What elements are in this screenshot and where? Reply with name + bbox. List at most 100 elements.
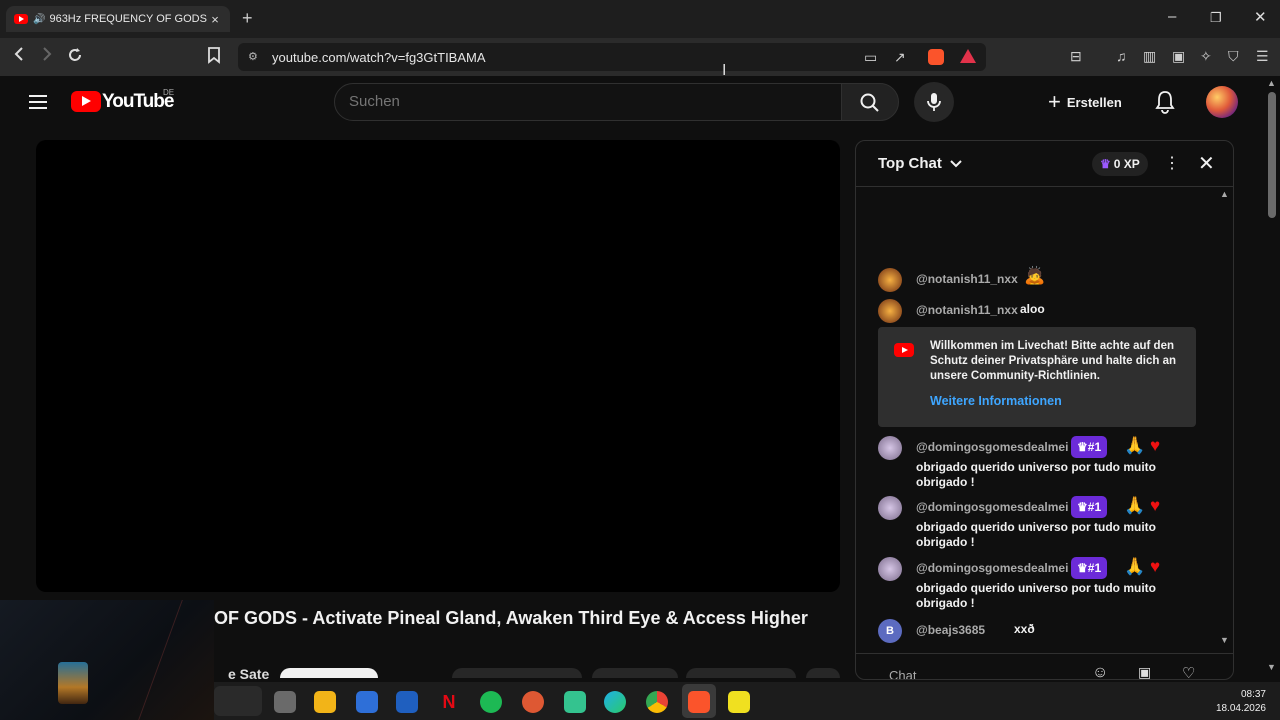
leo-ai-icon[interactable]: ✧: [1200, 48, 1212, 65]
url-text[interactable]: youtube.com/watch?v=fg3GtTIBAMA: [272, 50, 486, 65]
save-button[interactable]: [686, 668, 796, 678]
chevron-down-icon: [950, 160, 962, 168]
more-options-icon[interactable]: ⋮: [1164, 153, 1180, 173]
chat-author[interactable]: @domingosgomesdealmei: [916, 500, 1068, 514]
avatar[interactable]: [878, 557, 902, 581]
file-explorer-icon[interactable]: [314, 691, 336, 713]
chat-input[interactable]: Chat: [889, 668, 916, 679]
sidebar-icon[interactable]: ▥: [1143, 48, 1156, 65]
vpn-shield-icon[interactable]: ⛉: [1228, 48, 1239, 65]
avatar[interactable]: B: [878, 619, 902, 643]
create-button[interactable]: + Erstellen: [1036, 84, 1134, 120]
xp-badge[interactable]: ♛ 0 XP: [1092, 152, 1148, 176]
chat-scroll-down-icon[interactable]: ▼: [1220, 635, 1229, 645]
menu-icon[interactable]: ☰: [1256, 48, 1269, 65]
search-input[interactable]: [349, 93, 819, 110]
search-box[interactable]: [334, 83, 842, 121]
word-icon[interactable]: [396, 691, 418, 713]
share-icon[interactable]: ↗: [894, 49, 906, 66]
browser-tab[interactable]: 🔊 963Hz FREQUENCY OF GODS ×: [6, 6, 230, 32]
media-controls-icon[interactable]: ♫: [1116, 48, 1127, 64]
forward-button[interactable]: [40, 46, 54, 67]
account-avatar[interactable]: [1206, 86, 1238, 118]
spotify-icon[interactable]: [480, 691, 502, 713]
subscribe-button[interactable]: [280, 668, 378, 678]
channel-name-fragment[interactable]: e Sate: [228, 666, 269, 682]
app-icon[interactable]: [564, 691, 586, 713]
close-window-button[interactable]: ✕: [1254, 8, 1267, 26]
store-icon[interactable]: [356, 691, 378, 713]
search-icon: [860, 93, 879, 112]
youtube-icon: [894, 343, 914, 357]
chat-author[interactable]: @notanish11_nxx: [916, 303, 1018, 317]
new-tab-button[interactable]: +: [242, 8, 253, 29]
scrollbar-thumb[interactable]: [1268, 92, 1276, 218]
chat-author[interactable]: @beajs3685: [916, 623, 985, 637]
chat-author[interactable]: @domingosgomesdealmei: [916, 561, 1068, 575]
task-view-icon[interactable]: [274, 691, 296, 713]
brave-shields-icon[interactable]: [928, 49, 944, 65]
netflix-icon[interactable]: N: [438, 691, 460, 713]
heart-icon: ♥: [1150, 557, 1161, 576]
super-chat-icon[interactable]: ▣: [1138, 664, 1151, 679]
youtube-logo-icon[interactable]: [71, 91, 101, 112]
clock-date: 18.04.2026: [1215, 703, 1266, 714]
wallet-icon[interactable]: ▣: [1172, 48, 1185, 65]
text-cursor-icon: I: [722, 62, 727, 79]
voice-search-button[interactable]: [914, 82, 954, 122]
edge-icon[interactable]: [604, 691, 626, 713]
back-button[interactable]: [12, 46, 26, 67]
chat-scroll-up-icon[interactable]: ▲: [1220, 189, 1229, 199]
chrome-icon[interactable]: [646, 691, 668, 713]
system-clock[interactable]: 08:37 18.04.2026: [1208, 688, 1266, 716]
more-actions-button[interactable]: [806, 668, 840, 678]
page-scrollbar[interactable]: ▲ ▼: [1264, 76, 1280, 676]
scroll-down-icon[interactable]: ▼: [1267, 662, 1276, 672]
scroll-up-icon[interactable]: ▲: [1267, 78, 1276, 88]
reload-button[interactable]: [66, 46, 84, 69]
video-title: OF GODS - Activate Pineal Gland, Awaken …: [214, 608, 808, 628]
chat-author[interactable]: @domingosgomesdealmei: [916, 440, 1068, 454]
more-info-link[interactable]: Weitere Informationen: [930, 394, 1062, 408]
avatar[interactable]: [878, 268, 902, 292]
emoji-picker-icon[interactable]: ☺: [1092, 664, 1108, 679]
chat-text: obrigado querido universo por tudo muito…: [916, 581, 1156, 610]
chat-author[interactable]: @notanish11_nxx: [916, 272, 1018, 286]
bookmark-icon[interactable]: [207, 46, 221, 69]
country-code: DE: [163, 88, 175, 97]
avatar[interactable]: [878, 496, 902, 520]
heart-reaction-icon[interactable]: ♡: [1182, 664, 1195, 679]
brave-rewards-icon[interactable]: [960, 49, 976, 63]
chat-header: Top Chat ♛ 0 XP ⋮ ✕: [856, 141, 1233, 187]
live-chat-panel: Top Chat ♛ 0 XP ⋮ ✕ ▲ @notanish11_nxx 🙇 …: [855, 140, 1234, 680]
chat-emoji: 🙏: [1124, 557, 1146, 576]
like-dislike-button[interactable]: [452, 668, 582, 678]
duckduckgo-icon[interactable]: [522, 691, 544, 713]
avatar[interactable]: [878, 299, 902, 323]
create-label: Erstellen: [1066, 94, 1122, 110]
plus-icon: +: [1048, 89, 1061, 114]
close-chat-icon[interactable]: ✕: [1198, 151, 1215, 176]
todo-icon[interactable]: [728, 691, 750, 713]
rank-text: #1: [1087, 561, 1102, 575]
address-bar[interactable]: ⚙ youtube.com/watch?v=fg3GtTIBAMA ▭ ↗: [238, 43, 986, 71]
notifications-bell-icon[interactable]: [1154, 90, 1176, 114]
audio-playing-icon[interactable]: 🔊: [33, 14, 45, 25]
video-player[interactable]: [36, 140, 840, 592]
tab-search-icon[interactable]: ⊟: [1070, 48, 1082, 65]
minimize-button[interactable]: –: [1168, 8, 1176, 25]
taskbar-search-pill[interactable]: [214, 686, 262, 716]
share-button[interactable]: [592, 668, 678, 678]
cast-icon[interactable]: ▭: [864, 49, 877, 66]
brave-icon[interactable]: [688, 691, 710, 713]
microphone-icon: [927, 93, 941, 111]
crown-icon: ♛: [1077, 561, 1088, 575]
site-settings-icon[interactable]: ⚙: [248, 50, 258, 63]
avatar[interactable]: [878, 436, 902, 460]
maximize-button[interactable]: ❐: [1210, 10, 1222, 26]
tab-title: 963Hz FREQUENCY OF GODS: [49, 13, 207, 25]
search-button[interactable]: [841, 83, 899, 121]
tab-close-icon[interactable]: ×: [208, 12, 222, 27]
chat-mode-dropdown[interactable]: Top Chat: [878, 155, 962, 172]
hamburger-menu-icon[interactable]: [29, 95, 47, 109]
